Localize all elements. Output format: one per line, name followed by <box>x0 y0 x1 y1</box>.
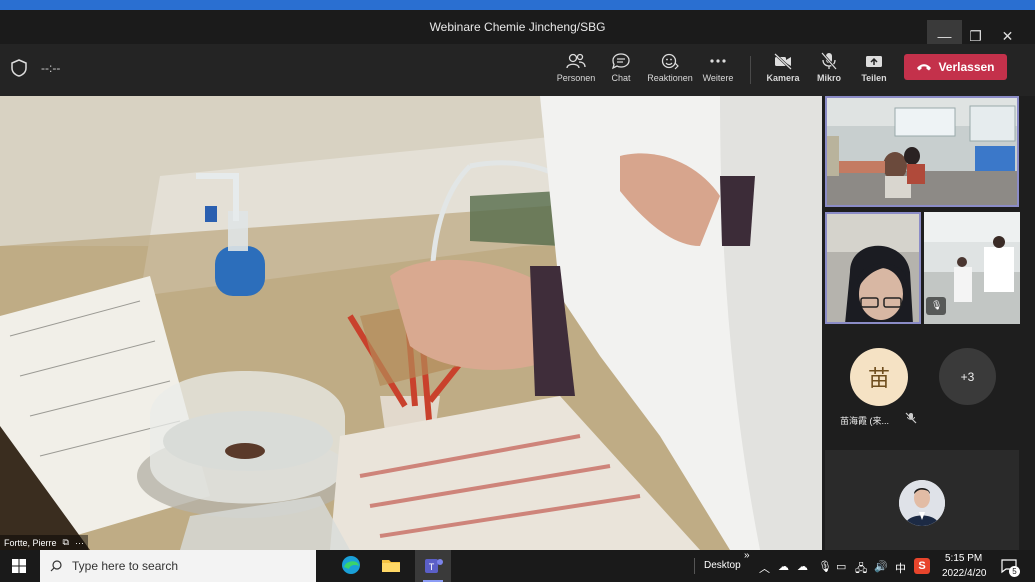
meeting-timer: --:-- <box>41 61 61 75</box>
more-label: Weitere <box>702 73 734 83</box>
reactions-label: Reaktionen <box>647 73 693 83</box>
leave-label: Verlassen <box>938 60 995 74</box>
search-placeholder: Type here to search <box>72 559 179 573</box>
more-icon <box>710 59 726 63</box>
reactions-icon <box>661 53 679 70</box>
battery-icon[interactable]: ▭ <box>836 560 846 573</box>
file-explorer-app[interactable] <box>380 554 406 578</box>
restore-icon: ❐ <box>969 27 982 44</box>
chat-icon <box>611 53 630 70</box>
self-avatar <box>899 480 945 526</box>
mic-button[interactable]: Mikro <box>805 50 853 92</box>
participants-panel: 🎙 苗 苗海霞 (来... +3 <box>822 96 1035 550</box>
screen-share-icon: ⧉ <box>62 537 69 547</box>
mic-off-small-icon <box>905 412 917 424</box>
leave-button[interactable]: Verlassen <box>904 54 1007 80</box>
people-icon <box>566 53 586 69</box>
desktop-strip <box>0 0 1035 10</box>
taskbar-search[interactable]: Type here to search <box>40 550 316 582</box>
mic-label: Mikro <box>816 73 841 83</box>
camera-off-icon <box>774 53 792 70</box>
notification-count: 5 <box>1009 566 1020 577</box>
participant-tile-classroom[interactable] <box>825 96 1019 207</box>
hang-up-icon <box>917 64 932 71</box>
title-bar: Webinare Chemie Jincheng/SBG — ❐ ✕ <box>0 10 1035 52</box>
onedrive-icon[interactable]: ☁ <box>778 560 789 573</box>
more-button[interactable]: Weitere <box>694 50 742 92</box>
camera-button[interactable]: Kamera <box>759 50 807 92</box>
people-label: Personen <box>556 73 596 83</box>
windows-taskbar: Type here to search T Desktop » ︿ ☁ ☁ 🎙 … <box>0 550 1035 582</box>
windows-start-icon[interactable] <box>12 559 26 573</box>
clock-date[interactable]: 2022/4/20 <box>942 568 987 579</box>
edge-icon <box>342 556 360 574</box>
chat-label: Chat <box>611 73 631 83</box>
svg-text:T: T <box>429 562 435 572</box>
participant-video <box>825 212 921 324</box>
avatar-name: 苗海霞 (来... <box>840 416 889 426</box>
mic-off-icon <box>821 52 837 70</box>
people-button[interactable]: Personen <box>552 50 600 92</box>
teams-app[interactable]: T <box>415 550 451 582</box>
desktop-toolbar[interactable]: Desktop <box>704 560 741 571</box>
search-icon <box>50 560 62 572</box>
taskbar-separator <box>694 558 695 574</box>
edge-app[interactable] <box>340 554 366 578</box>
reactions-button[interactable]: Reaktionen <box>645 50 695 92</box>
presenter-name-tag: Fortte, Pierre ⧉ ··· <box>0 535 88 550</box>
toolbar-expand-icon[interactable]: » <box>744 550 750 561</box>
participant-avatar[interactable]: 苗 <box>850 348 908 406</box>
self-view-tile[interactable] <box>825 450 1019 550</box>
participant-tile-woman[interactable] <box>825 212 921 324</box>
volume-icon[interactable]: 🔊 <box>874 560 888 573</box>
shield-icon[interactable] <box>11 59 27 77</box>
sogou-ime-icon[interactable]: S <box>914 558 930 574</box>
minimize-icon: — <box>937 28 952 44</box>
toolbar-separator <box>750 56 751 84</box>
folder-icon <box>382 560 400 572</box>
muted-mic-icon: 🎙 <box>931 300 943 310</box>
chevron-up-icon[interactable]: ︿ <box>759 560 770 576</box>
lab-video-frame <box>0 96 822 550</box>
main-video: Fortte, Pierre ⧉ ··· <box>0 96 822 550</box>
chat-button[interactable]: Chat <box>597 50 645 92</box>
self-avatar-photo <box>899 480 945 526</box>
clock-time[interactable]: 5:15 PM <box>945 553 982 564</box>
notifications-button[interactable]: 5 <box>1000 557 1020 577</box>
share-label: Teilen <box>861 73 887 83</box>
more-participants-count: +3 <box>960 369 975 384</box>
presenter-more-button[interactable]: ··· <box>75 538 84 548</box>
more-participants-button[interactable]: +3 <box>939 348 996 405</box>
classroom-video <box>825 96 1019 207</box>
microphone-icon[interactable]: 🎙 <box>818 560 832 573</box>
presenter-name: Fortte, Pierre <box>4 537 57 548</box>
share-icon <box>866 56 882 67</box>
close-icon: ✕ <box>1001 27 1014 44</box>
camera-label: Kamera <box>766 73 800 83</box>
window-title: Webinare Chemie Jincheng/SBG <box>429 20 606 34</box>
participant-tile-lab[interactable]: 🎙 <box>924 212 1020 324</box>
cloud-sync-icon[interactable]: ☁ <box>797 560 808 573</box>
meeting-toolbar: --:-- Personen Chat Reaktionen Weitere K… <box>0 44 1035 96</box>
avatar-initial: 苗 <box>867 366 890 391</box>
share-button[interactable]: Teilen <box>850 50 898 92</box>
network-icon[interactable]: 🖧 <box>855 560 867 579</box>
input-method[interactable]: 中 <box>895 560 906 576</box>
teams-icon: T <box>425 559 443 573</box>
